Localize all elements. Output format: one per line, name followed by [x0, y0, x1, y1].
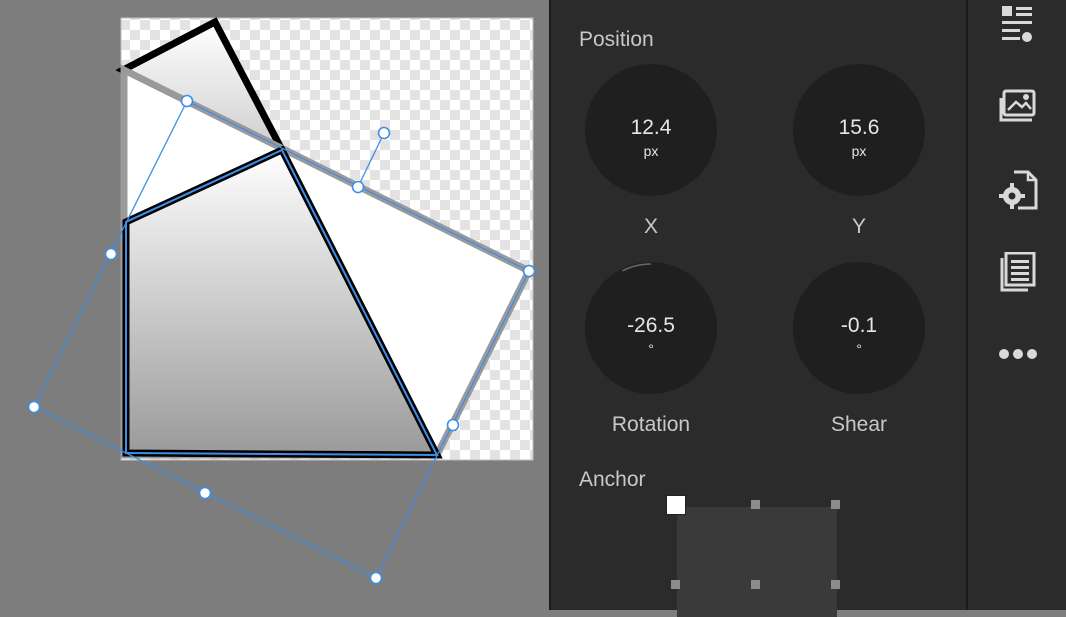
handle-top-right-mid[interactable]: [351, 180, 365, 194]
handle-bottom[interactable]: [369, 571, 383, 585]
handle-left[interactable]: [27, 400, 41, 414]
x-value: 12.4: [630, 116, 672, 139]
anchor-point-bottom-left[interactable]: [671, 580, 680, 589]
anchor-point-top-center[interactable]: [751, 500, 760, 509]
x-dial[interactable]: 12.4 px: [585, 64, 717, 196]
anchor-point-bottom-center[interactable]: [751, 580, 760, 589]
document-pages-icon[interactable]: [998, 252, 1038, 292]
more-icon[interactable]: [998, 334, 1038, 374]
image-layers-icon[interactable]: [998, 88, 1038, 128]
properties-icon[interactable]: [998, 6, 1038, 46]
rotation-unit: °: [648, 341, 654, 357]
position-title: Position: [579, 28, 654, 51]
handle-left-mid[interactable]: [104, 247, 118, 261]
document-settings-icon[interactable]: [998, 170, 1038, 210]
x-unit: px: [643, 143, 659, 159]
shear-label: Shear: [830, 413, 888, 436]
anchor-point-bottom-right[interactable]: [831, 580, 840, 589]
canvas-svg[interactable]: [0, 0, 549, 610]
x-label: X: [643, 215, 658, 238]
y-label: Y: [851, 215, 866, 238]
transform-panel: Position 12.4 px X 15.6 px Y -26.5 ° Rot…: [549, 0, 966, 617]
shear-unit: °: [856, 341, 862, 357]
shear-value: -0.1: [840, 314, 878, 337]
rotation-value: -26.5: [627, 314, 675, 337]
anchor-point-top-right[interactable]: [831, 500, 840, 509]
handle-top[interactable]: [180, 94, 194, 108]
handle-right-mid[interactable]: [446, 418, 460, 432]
rotation-label: Rotation: [611, 413, 691, 436]
rotation-dial[interactable]: -26.5 °: [585, 262, 717, 394]
rotation-handle[interactable]: [377, 126, 391, 140]
anchor-box: [677, 507, 837, 617]
y-dial[interactable]: 15.6 px: [793, 64, 925, 196]
anchor-point-top-left[interactable]: [666, 495, 686, 515]
anchor-title: Anchor: [579, 468, 646, 491]
canvas-area[interactable]: [0, 0, 549, 610]
handle-bottom-mid[interactable]: [198, 486, 212, 500]
shear-dial[interactable]: -0.1 °: [793, 262, 925, 394]
right-toolbar: [966, 0, 1066, 610]
y-value: 15.6: [838, 116, 880, 139]
y-unit: px: [851, 143, 867, 159]
handle-right[interactable]: [522, 264, 536, 278]
